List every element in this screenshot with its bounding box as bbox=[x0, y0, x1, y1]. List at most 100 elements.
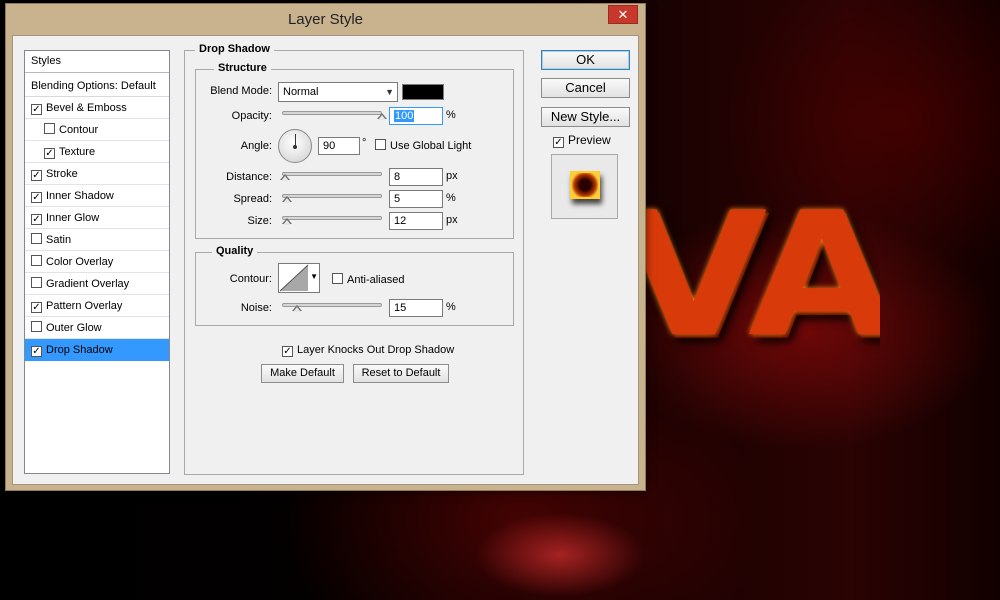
use-global-light-checkbox[interactable]: Use Global Light bbox=[375, 139, 471, 152]
spread-input[interactable]: 5 bbox=[389, 190, 443, 208]
styles-header[interactable]: Styles bbox=[25, 51, 169, 73]
angle-center-dot bbox=[293, 145, 297, 149]
drop-shadow-panel: Drop Shadow Structure Blend Mode: Normal… bbox=[184, 43, 524, 475]
checkbox-icon[interactable] bbox=[31, 277, 42, 288]
style-preview bbox=[551, 154, 618, 219]
size-label: Size: bbox=[247, 215, 272, 227]
size-input[interactable]: 12 bbox=[389, 212, 443, 230]
checkbox-icon[interactable] bbox=[44, 123, 55, 134]
checkbox-icon[interactable]: ✓ bbox=[31, 170, 42, 181]
style-item-label: Color Overlay bbox=[46, 256, 114, 268]
styles-list: Styles Blending Options: Default ✓ Bevel … bbox=[24, 50, 170, 474]
style-item-satin[interactable]: Satin bbox=[25, 229, 169, 251]
opacity-unit: % bbox=[446, 109, 456, 121]
angle-input[interactable]: 90 bbox=[318, 137, 360, 155]
preview-label: Preview bbox=[568, 133, 611, 147]
slider-thumb[interactable] bbox=[280, 174, 291, 184]
style-item-bevel-emboss[interactable]: ✓ Bevel & Emboss bbox=[25, 97, 169, 119]
noise-label: Noise: bbox=[240, 302, 272, 314]
close-button[interactable]: ✕ bbox=[608, 5, 638, 24]
dialog-client-area: Styles Blending Options: Default ✓ Bevel … bbox=[12, 35, 639, 485]
noise-unit: % bbox=[446, 301, 456, 313]
slider-thumb[interactable] bbox=[282, 196, 293, 206]
angle-dial[interactable] bbox=[278, 129, 312, 163]
checkbox-icon[interactable] bbox=[31, 321, 42, 332]
checkbox-icon[interactable] bbox=[31, 233, 42, 244]
blend-mode-select[interactable]: Normal ▼ bbox=[278, 82, 398, 102]
slider-track bbox=[282, 194, 382, 198]
ok-button[interactable]: OK bbox=[541, 50, 630, 70]
preview-checkbox[interactable]: ✓ Preview bbox=[553, 133, 611, 148]
chevron-down-icon: ▼ bbox=[385, 87, 394, 97]
style-item-stroke[interactable]: ✓ Stroke bbox=[25, 163, 169, 185]
checkbox-icon bbox=[332, 273, 343, 284]
anti-aliased-label: Anti-aliased bbox=[347, 274, 405, 286]
opacity-slider[interactable] bbox=[282, 108, 387, 122]
style-item-label: Pattern Overlay bbox=[46, 300, 123, 312]
style-item-contour[interactable]: Contour bbox=[25, 119, 169, 141]
style-item-label: Satin bbox=[46, 234, 72, 246]
angle-unit: ° bbox=[362, 137, 367, 149]
new-style-button[interactable]: New Style... bbox=[541, 107, 630, 127]
anti-aliased-checkbox[interactable]: Anti-aliased bbox=[332, 273, 404, 286]
structure-group: Structure Blend Mode: Normal ▼ Opacity: … bbox=[195, 62, 514, 239]
size-slider[interactable] bbox=[282, 213, 382, 227]
slider-track bbox=[282, 172, 382, 176]
style-items-container: ✓ Bevel & Emboss Contour ✓ Texture ✓ Stroke ✓ In… bbox=[25, 97, 169, 361]
style-item-label: Stroke bbox=[46, 168, 78, 180]
chevron-down-icon[interactable]: ▼ bbox=[310, 272, 318, 281]
size-unit: px bbox=[446, 214, 458, 226]
make-default-button[interactable]: Make Default bbox=[261, 364, 344, 383]
shadow-color-swatch[interactable] bbox=[402, 84, 444, 100]
slider-thumb[interactable] bbox=[377, 113, 388, 123]
checkbox-icon[interactable]: ✓ bbox=[31, 104, 42, 115]
reset-to-default-button[interactable]: Reset to Default bbox=[353, 364, 449, 383]
opacity-input[interactable]: 100 bbox=[389, 107, 443, 125]
style-item-gradient-overlay[interactable]: Gradient Overlay bbox=[25, 273, 169, 295]
checkbox-icon bbox=[375, 139, 386, 150]
structure-title: Structure bbox=[214, 62, 271, 74]
noise-input[interactable]: 15 bbox=[389, 299, 443, 317]
quality-group: Quality Contour: ▼ Anti-aliased Noise: 1… bbox=[195, 245, 514, 326]
style-item-label: Outer Glow bbox=[46, 322, 102, 334]
cancel-button[interactable]: Cancel bbox=[541, 78, 630, 98]
lava-artwork-text: VA bbox=[620, 190, 880, 361]
style-item-texture[interactable]: ✓ Texture bbox=[25, 141, 169, 163]
style-item-outer-glow[interactable]: Outer Glow bbox=[25, 317, 169, 339]
checkbox-icon[interactable]: ✓ bbox=[31, 346, 42, 357]
style-item-inner-shadow[interactable]: ✓ Inner Shadow bbox=[25, 185, 169, 207]
distance-unit: px bbox=[446, 170, 458, 182]
distance-input[interactable]: 8 bbox=[389, 168, 443, 186]
drop-shadow-title: Drop Shadow bbox=[195, 43, 274, 55]
distance-slider[interactable] bbox=[280, 169, 382, 184]
style-item-label: Gradient Overlay bbox=[46, 278, 130, 290]
checkbox-icon[interactable] bbox=[31, 255, 42, 266]
style-item-inner-glow[interactable]: ✓ Inner Glow bbox=[25, 207, 169, 229]
checkbox-icon[interactable]: ✓ bbox=[44, 148, 55, 159]
checkbox-icon[interactable]: ✓ bbox=[31, 302, 42, 313]
distance-label: Distance: bbox=[226, 171, 272, 183]
slider-thumb[interactable] bbox=[292, 305, 303, 315]
slider-thumb[interactable] bbox=[282, 218, 293, 228]
spread-label: Spread: bbox=[233, 193, 272, 205]
close-icon: ✕ bbox=[617, 7, 629, 22]
style-item-label: Contour bbox=[59, 124, 99, 136]
contour-picker[interactable]: ▼ bbox=[278, 263, 320, 293]
blending-options-item[interactable]: Blending Options: Default bbox=[25, 75, 169, 97]
checkbox-icon: ✓ bbox=[553, 137, 564, 148]
style-item-pattern-overlay[interactable]: ✓ Pattern Overlay bbox=[25, 295, 169, 317]
title-bar[interactable]: Layer Style ✕ bbox=[6, 4, 645, 35]
spread-slider[interactable] bbox=[282, 191, 382, 205]
layer-knocks-out-checkbox[interactable]: ✓ Layer Knocks Out Drop Shadow bbox=[282, 344, 454, 357]
contour-label: Contour: bbox=[229, 273, 272, 285]
opacity-label: Opacity: bbox=[231, 110, 272, 122]
slider-track bbox=[282, 216, 382, 220]
quality-title: Quality bbox=[212, 245, 258, 257]
style-item-color-overlay[interactable]: Color Overlay bbox=[25, 251, 169, 273]
style-item-drop-shadow[interactable]: ✓ Drop Shadow bbox=[25, 339, 169, 361]
checkbox-icon[interactable]: ✓ bbox=[31, 214, 42, 225]
noise-slider[interactable] bbox=[282, 300, 382, 314]
checkbox-icon[interactable]: ✓ bbox=[31, 192, 42, 203]
blend-mode-value: Normal bbox=[283, 86, 319, 98]
layer-knocks-out-label: Layer Knocks Out Drop Shadow bbox=[297, 344, 455, 356]
